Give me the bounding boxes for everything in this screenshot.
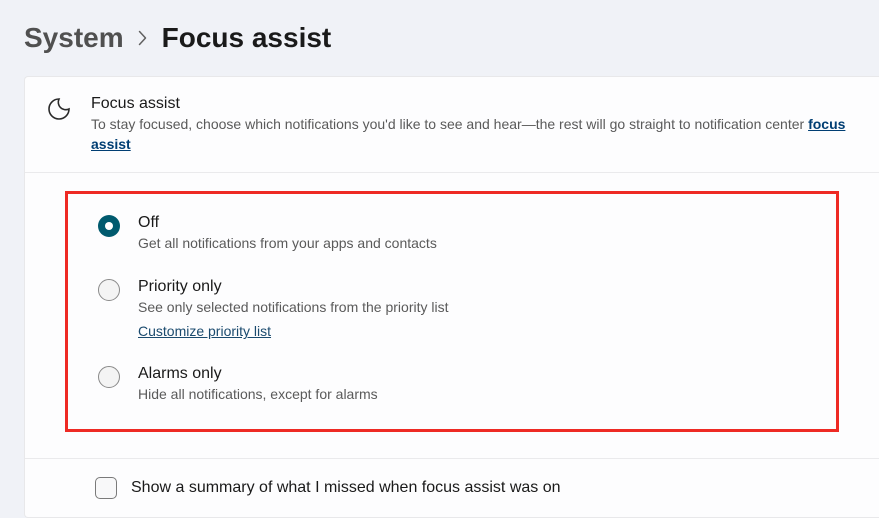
radio-button[interactable] [98, 366, 120, 388]
header-title: Focus assist [91, 95, 859, 113]
radio-option-alarms[interactable]: Alarms only Hide all notifications, exce… [98, 355, 806, 411]
radio-description: See only selected notifications from the… [138, 298, 806, 318]
breadcrumb-parent[interactable]: System [24, 22, 124, 54]
radio-title: Priority only [138, 278, 806, 296]
radio-text: Priority only See only selected notifica… [138, 278, 806, 342]
header-desc-text: To stay focused, choose which notificati… [91, 116, 808, 132]
summary-label: Show a summary of what I missed when foc… [131, 479, 561, 497]
radio-button[interactable] [98, 279, 120, 301]
radio-option-off[interactable]: Off Get all notifications from your apps… [98, 204, 806, 268]
radio-description: Hide all notifications, except for alarm… [138, 385, 806, 405]
header-row: Focus assist To stay focused, choose whi… [25, 77, 879, 173]
summary-row[interactable]: Show a summary of what I missed when foc… [25, 459, 879, 517]
radio-title: Off [138, 214, 806, 232]
highlight-box: Off Get all notifications from your apps… [65, 191, 839, 432]
customize-priority-link[interactable]: Customize priority list [138, 323, 271, 339]
moon-icon [47, 97, 71, 126]
header-text: Focus assist To stay focused, choose whi… [91, 95, 859, 154]
breadcrumb-current: Focus assist [162, 22, 332, 54]
options-section: Off Get all notifications from your apps… [25, 173, 879, 459]
radio-description: Get all notifications from your apps and… [138, 234, 806, 254]
radio-text: Off Get all notifications from your apps… [138, 214, 806, 254]
header-description: To stay focused, choose which notificati… [91, 115, 859, 154]
breadcrumb: System Focus assist [0, 0, 879, 76]
radio-button[interactable] [98, 215, 120, 237]
radio-option-priority[interactable]: Priority only See only selected notifica… [98, 268, 806, 356]
radio-title: Alarms only [138, 365, 806, 383]
summary-checkbox[interactable] [95, 477, 117, 499]
settings-card: Focus assist To stay focused, choose whi… [24, 76, 879, 518]
radio-text: Alarms only Hide all notifications, exce… [138, 365, 806, 405]
chevron-right-icon [138, 29, 148, 52]
